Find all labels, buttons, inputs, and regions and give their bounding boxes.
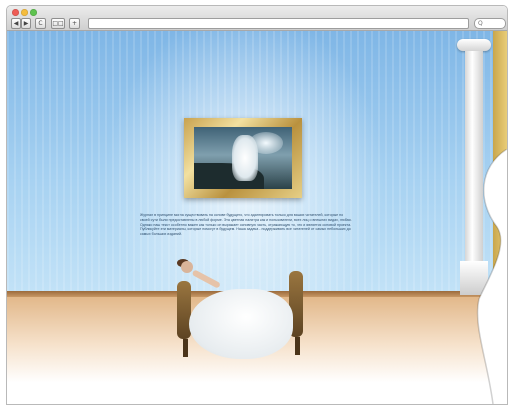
bride-head — [181, 261, 193, 273]
search-field[interactable]: Q — [474, 18, 506, 29]
close-window-button[interactable] — [12, 9, 19, 16]
page-content: Журнал в принципе могла существовать на … — [7, 31, 507, 404]
minimize-window-button[interactable] — [21, 9, 28, 16]
chaise-leg-left — [183, 339, 188, 357]
column-capital — [457, 39, 491, 51]
wedding-dress — [189, 289, 293, 359]
intro-text: Журнал в принципе могла существовать на … — [140, 213, 352, 237]
bride-painting — [194, 127, 292, 189]
chaise-leg-right — [295, 337, 300, 355]
browser-window: ◀ ▶ C □□ + Q Журнал в принципе могла сущ… — [6, 5, 508, 405]
reload-button[interactable]: C — [35, 18, 46, 29]
back-button[interactable]: ◀ — [11, 18, 21, 29]
zoom-window-button[interactable] — [30, 9, 37, 16]
add-bookmark-button[interactable]: + — [69, 18, 80, 29]
search-icon: Q — [478, 20, 483, 27]
painting-figure — [232, 135, 258, 181]
bookmarks-button[interactable]: □□ — [51, 18, 65, 29]
page-curl-edge — [476, 149, 507, 404]
forward-button[interactable]: ▶ — [21, 18, 31, 29]
address-bar[interactable] — [88, 18, 469, 29]
browser-toolbar: ◀ ▶ C □□ + Q — [7, 6, 507, 31]
bride-arm — [191, 269, 221, 289]
picture-frame — [184, 118, 302, 198]
bride-on-chaise — [171, 259, 317, 361]
